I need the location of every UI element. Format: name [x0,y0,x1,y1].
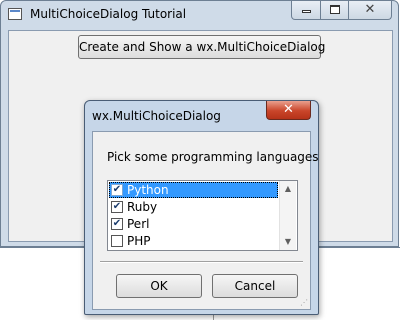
resize-grip-icon[interactable]: ⋰ [296,298,308,308]
list-item[interactable]: Ruby [109,199,278,215]
dialog-title: wx.MultiChoiceDialog [92,109,221,123]
dialog-client-area: Pick some programming languages Python R… [92,131,319,310]
list-item-label: Ruby [127,200,158,214]
show-dialog-button[interactable]: Create and Show a wx.MultiChoiceDialog [78,35,325,59]
checkbox[interactable] [111,184,123,196]
background-divider [213,315,214,320]
scroll-up-icon[interactable]: ▲ [280,181,296,197]
list-scrollbar[interactable]: ▲ ▼ [279,181,296,250]
maximize-icon [330,5,340,14]
minimize-button[interactable] [291,1,321,20]
ok-button[interactable]: OK [116,274,202,298]
app-window-icon [8,8,22,20]
language-checklist[interactable]: Python Ruby Perl PHP ▲ ▼ [107,180,298,251]
checkbox[interactable] [111,201,123,213]
checkbox[interactable] [111,235,123,247]
close-icon: ✕ [283,102,294,117]
dialog-divider [100,261,303,263]
main-close-button[interactable]: ✕ [348,1,392,20]
multichoice-dialog: wx.MultiChoiceDialog ✕ Pick some program… [84,100,319,315]
minimize-icon [302,10,311,13]
list-item-label: PHP [127,234,151,248]
list-item[interactable]: Perl [109,216,278,232]
dialog-prompt: Pick some programming languages [107,150,319,164]
cancel-button[interactable]: Cancel [212,274,298,298]
list-item[interactable]: Python [109,182,278,198]
checkbox[interactable] [111,218,123,230]
close-icon: ✕ [364,2,376,17]
main-window-title: MultiChoiceDialog Tutorial [30,7,187,21]
list-item[interactable]: PHP [109,233,278,249]
maximize-button[interactable] [320,1,349,20]
window-bottom-edge [319,247,400,248]
scroll-down-icon[interactable]: ▼ [280,234,296,250]
dialog-close-button[interactable]: ✕ [266,101,311,120]
window-bottom-edge [0,247,84,248]
list-item-label: Perl [127,217,150,231]
list-item-label: Python [127,183,169,197]
